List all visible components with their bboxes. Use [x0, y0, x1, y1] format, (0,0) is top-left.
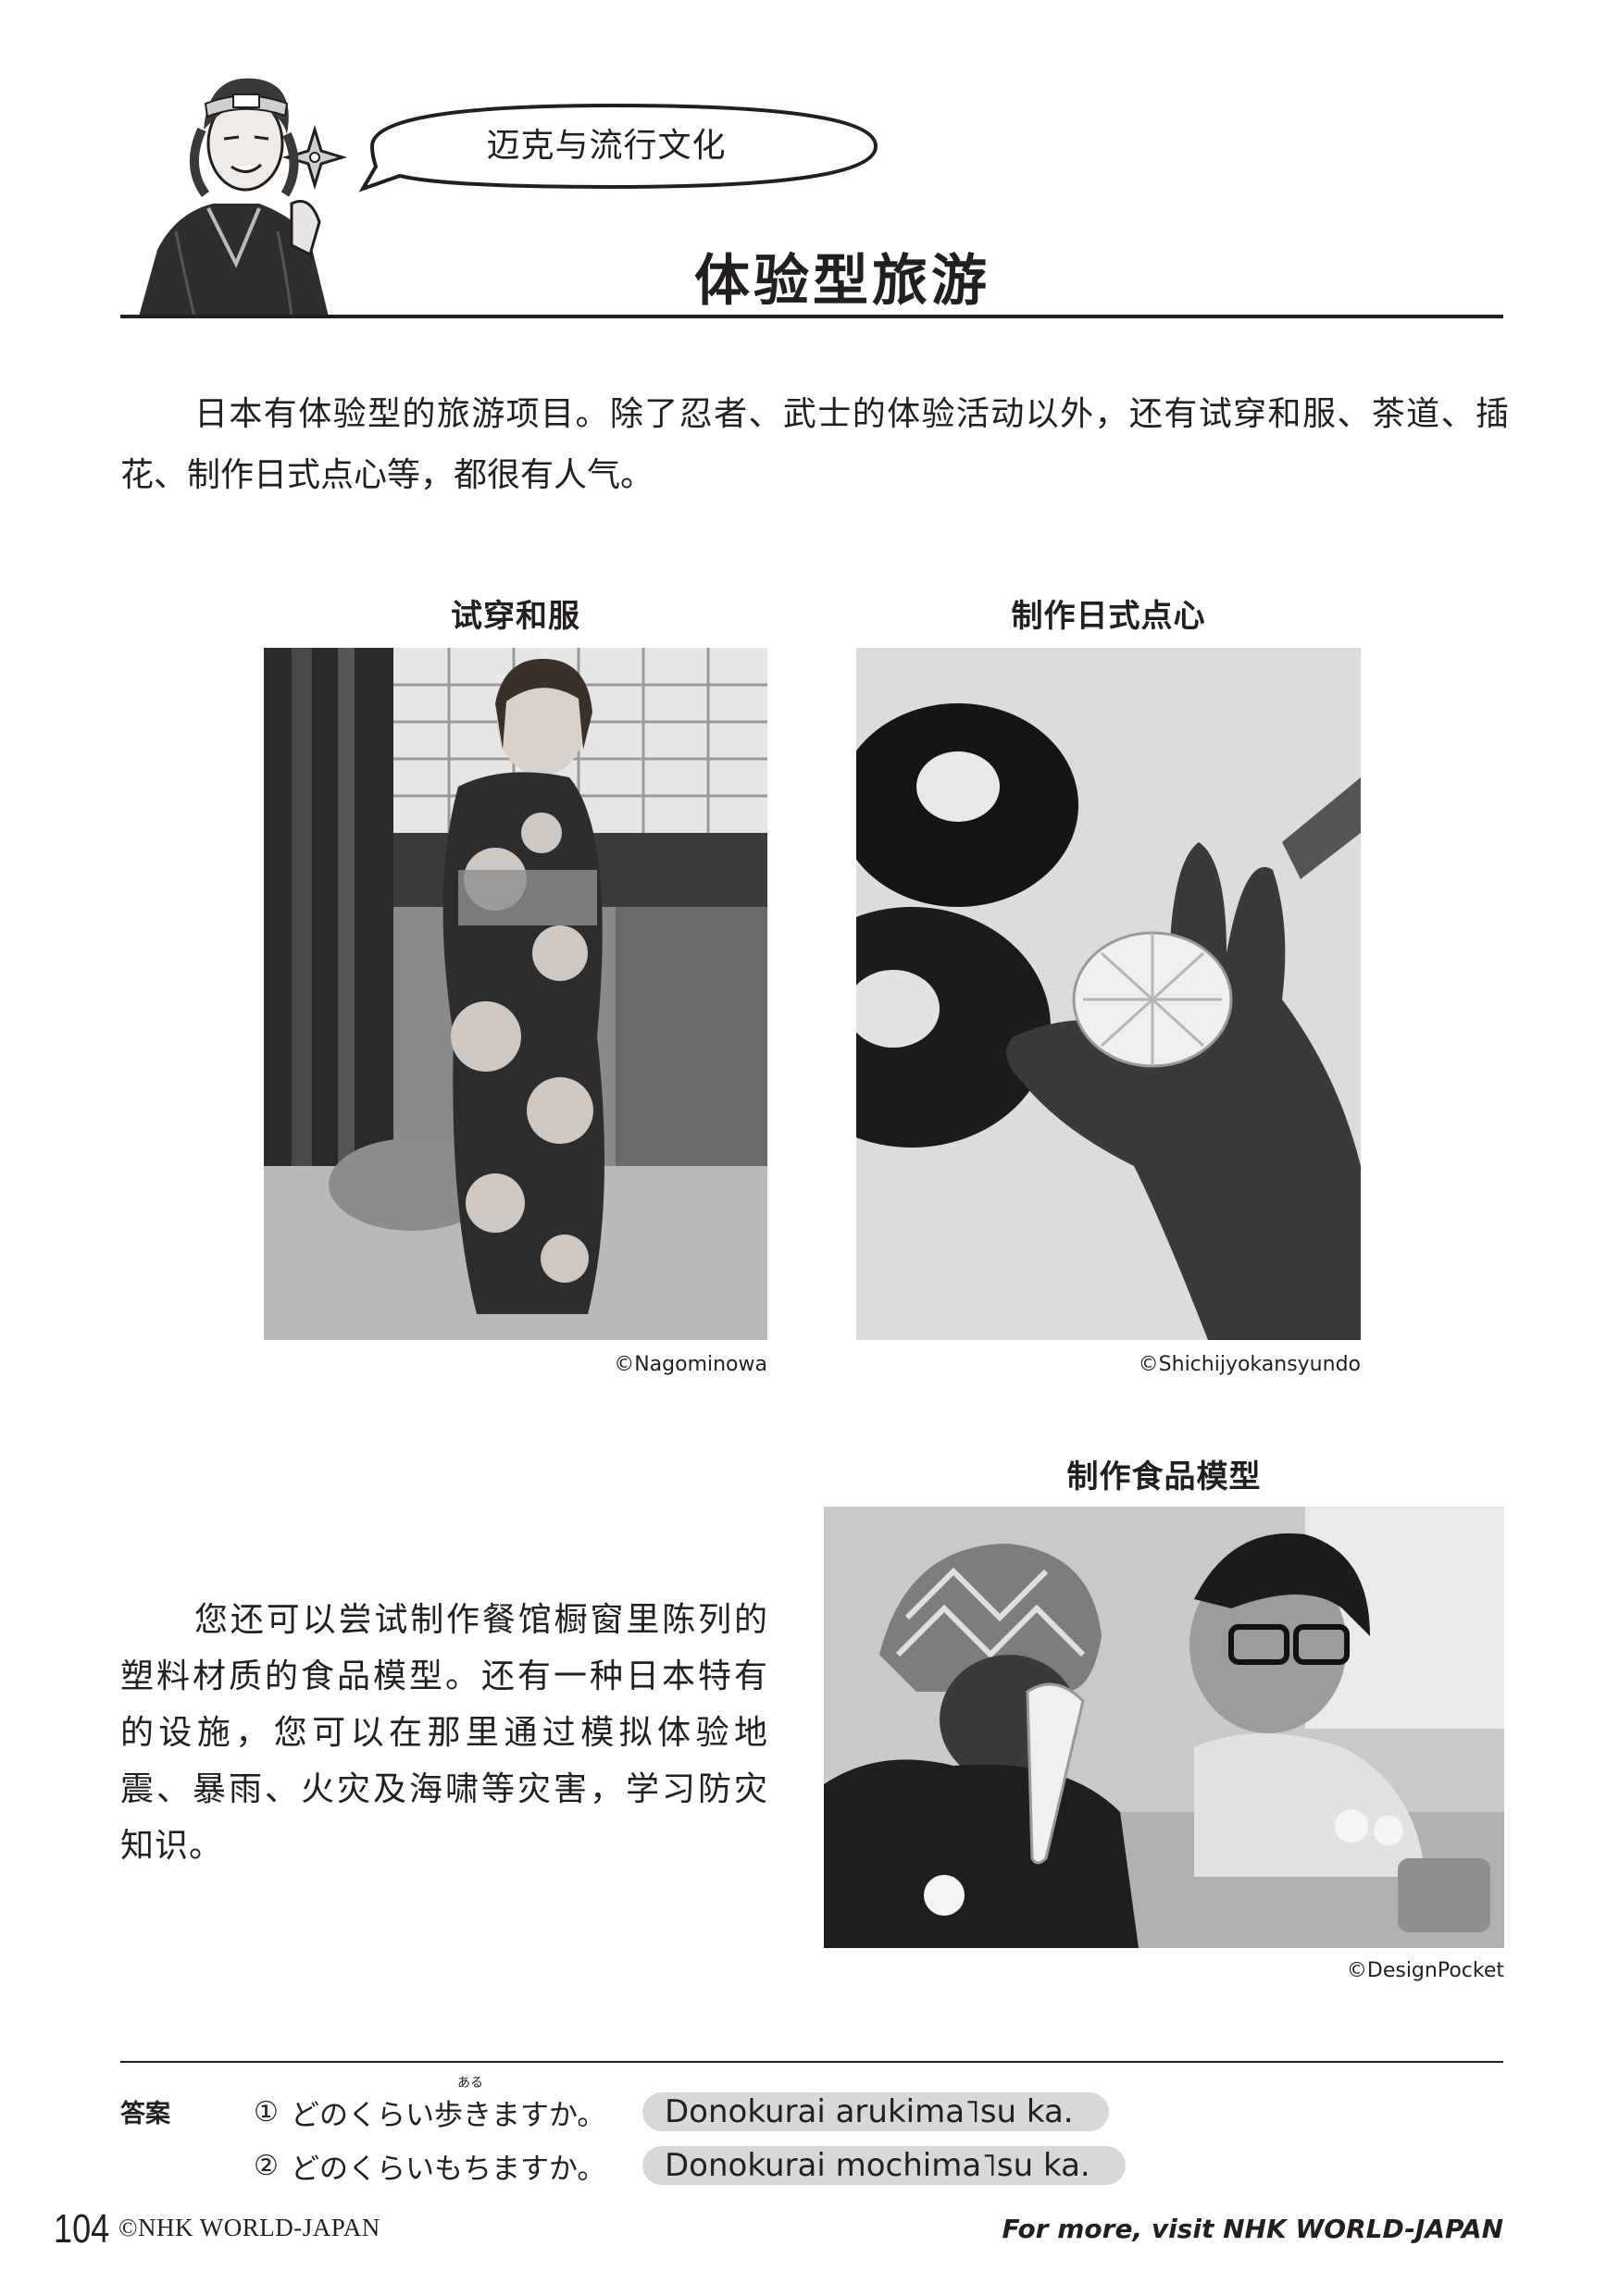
- answer-number-1: ①: [254, 2095, 279, 2128]
- answer-number-2: ②: [254, 2149, 279, 2182]
- answer-japanese-2: どのくらいもちますか。: [291, 2152, 606, 2186]
- furigana: ある: [457, 2075, 483, 2091]
- answer-japanese-1: ある どのくらい歩きますか。: [291, 2076, 642, 2133]
- answer-japanese-1-text: どのくらい歩きますか。: [291, 2098, 606, 2132]
- photo-caption-kimono: 试穿和服: [451, 598, 580, 635]
- answer-romaji-2: Donokurai mochima˥su ka.: [642, 2146, 1126, 2185]
- answer-section-divider: [120, 2061, 1503, 2063]
- photo-credit-food-sample: ©DesignPocket: [1346, 1959, 1504, 1982]
- photo-credit-wagashi: ©Shichijyokansyundo: [1138, 1353, 1361, 1376]
- photo-caption-wagashi: 制作日式点心: [1011, 598, 1206, 635]
- answer-row-2: ② どのくらいもちますか。 Donokurai mochima˥su ka.: [254, 2145, 1126, 2186]
- footer-visit-link: For more, visit NHK WORLD-JAPAN: [1002, 2214, 1503, 2244]
- title-underline: [120, 315, 1503, 318]
- intro-paragraph: 日本有体验型的旅游项目。除了忍者、武士的体验活动以外，还有试穿和服、茶道、插花、…: [120, 395, 1509, 494]
- food-sample-photo: [824, 1507, 1504, 1948]
- speech-bubble-text: 迈克与流行文化: [486, 127, 727, 165]
- photo-credit-kimono: ©Nagominowa: [614, 1353, 767, 1376]
- wagashi-photo: [856, 648, 1361, 1340]
- footer-copyright: ©NHK WORLD-JAPAN: [118, 2214, 380, 2241]
- page-number: 104: [54, 2206, 110, 2252]
- body-paragraph: 您还可以尝试制作餐馆橱窗里陈列的塑料材质的食品模型。还有一种日本特有的设施，您可…: [120, 1601, 768, 1865]
- answer-romaji-1: Donokurai arukima˥su ka.: [642, 2092, 1109, 2131]
- photo-caption-food-sample: 制作食品模型: [1066, 1458, 1262, 1496]
- answer-label: 答案: [120, 2100, 170, 2128]
- answer-row-1: ① ある どのくらい歩きますか。 Donokurai arukima˥su ka…: [254, 2076, 1109, 2133]
- kimono-photo: [264, 648, 767, 1340]
- page-title: 体验型旅游: [694, 249, 990, 314]
